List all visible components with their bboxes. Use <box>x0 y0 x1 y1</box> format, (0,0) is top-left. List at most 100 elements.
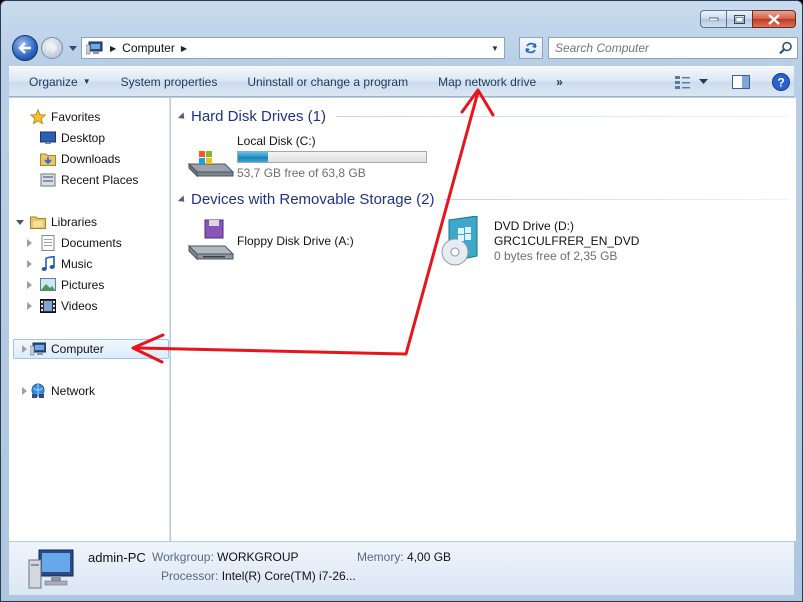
forward-button[interactable] <box>41 37 63 59</box>
back-arrow-icon <box>18 42 31 54</box>
navigation-pane: Favorites Desktop Downloads Recent Place… <box>9 98 170 541</box>
chevron-down-icon[interactable] <box>699 78 708 85</box>
tree-label: Favorites <box>51 110 101 124</box>
tree-label: Videos <box>61 299 98 313</box>
disk-usage-fill <box>238 152 269 162</box>
view-controls: ? <box>675 67 790 96</box>
drive-name: DVD Drive (D:) <box>494 219 574 233</box>
group-header-hard-disks[interactable]: Hard Disk Drives (1) <box>177 108 789 125</box>
expand-arrow-icon[interactable] <box>22 387 27 395</box>
drive-name: Local Disk (C:) <box>237 134 316 148</box>
organize-button[interactable]: Organize ▼ <box>9 67 103 96</box>
drive-name: Floppy Disk Drive (A:) <box>237 234 354 248</box>
refresh-icon <box>525 42 537 54</box>
tree-item-downloads[interactable]: Downloads <box>40 149 120 169</box>
computer-icon <box>28 549 74 589</box>
tree-label: Documents <box>61 236 122 250</box>
maximize-icon <box>734 14 745 24</box>
map-network-drive-button[interactable]: Map network drive <box>420 67 548 96</box>
details-pane: admin-PC Workgroup: WORKGROUP Memory: 4,… <box>9 541 794 595</box>
search-box[interactable] <box>548 37 798 59</box>
close-button[interactable] <box>752 10 796 28</box>
search-input[interactable] <box>555 41 765 55</box>
breadcrumb-separator[interactable]: ▶ <box>110 44 116 53</box>
hard-drive-icon <box>185 134 235 180</box>
drive-text: Floppy Disk Drive (A:) <box>237 218 354 264</box>
memory-label: Memory: <box>357 550 404 564</box>
tree-item-recent-places[interactable]: Recent Places <box>40 170 138 190</box>
collapse-arrow-icon[interactable] <box>177 111 188 122</box>
help-icon[interactable]: ? <box>772 72 790 91</box>
processor-info: Processor: Intel(R) Core(TM) i7-26... <box>161 569 356 583</box>
recent-places-icon <box>40 172 56 188</box>
star-icon <box>30 109 46 125</box>
desktop-icon <box>40 130 56 146</box>
change-view-icon[interactable] <box>675 75 691 89</box>
tree-item-pictures[interactable]: Pictures <box>27 275 105 295</box>
tree-item-favorites[interactable]: Favorites <box>30 107 100 127</box>
group-title: Devices with Removable Storage (2) <box>191 191 435 208</box>
recent-pages-button[interactable] <box>67 41 79 55</box>
libraries-icon <box>30 214 46 230</box>
command-bar: Organize ▼ System properties Uninstall or… <box>9 66 794 97</box>
drive-text: Local Disk (C:) 53,7 GB free of 63,8 GB <box>237 134 427 181</box>
drive-dvd-d[interactable]: DVD Drive (D:) GRC1CULFRER_EN_DVD 0 byte… <box>439 215 639 266</box>
tree-item-libraries[interactable]: Libraries <box>16 212 97 232</box>
processor-value: Intel(R) Core(TM) i7-26... <box>221 569 356 583</box>
caption-buttons <box>700 10 796 28</box>
more-commands-button[interactable]: » <box>548 75 571 89</box>
tree-label: Network <box>51 384 96 398</box>
system-properties-button[interactable]: System properties <box>103 67 230 96</box>
tree-item-computer[interactable]: Computer <box>22 339 104 359</box>
processor-label: Processor: <box>161 569 219 583</box>
expand-arrow-icon[interactable] <box>27 260 32 268</box>
minimize-button[interactable] <box>700 10 727 28</box>
expand-arrow-icon[interactable] <box>27 281 32 289</box>
tree-item-videos[interactable]: Videos <box>27 296 98 316</box>
address-bar[interactable]: ▶ Computer ▶ ▼ <box>81 37 505 59</box>
drive-floppy-a[interactable]: Floppy Disk Drive (A:) <box>185 218 354 264</box>
organize-label: Organize <box>29 74 78 89</box>
disk-usage-bar <box>237 151 427 163</box>
drive-volume-label: GRC1CULFRER_EN_DVD <box>494 234 640 248</box>
tree-item-network[interactable]: Network <box>22 381 96 401</box>
group-divider <box>444 199 789 200</box>
videos-icon <box>40 298 56 314</box>
tree-item-desktop[interactable]: Desktop <box>40 128 105 148</box>
breadcrumb-separator[interactable]: ▶ <box>181 44 187 53</box>
drive-free-space: 0 bytes free of 2,35 GB <box>494 249 618 263</box>
content-pane: Hard Disk Drives (1) Local Disk (C:) 53,… <box>171 98 796 541</box>
floppy-drive-icon <box>185 218 235 264</box>
breadcrumb-computer[interactable]: Computer <box>122 41 175 55</box>
collapse-arrow-icon[interactable] <box>177 194 188 205</box>
tree-item-music[interactable]: Music <box>27 254 93 274</box>
tree-item-documents[interactable]: Documents <box>27 233 122 253</box>
computer-icon <box>86 41 103 55</box>
preview-pane-icon[interactable] <box>732 74 750 89</box>
forward-arrow-icon <box>47 43 58 53</box>
downloads-folder-icon <box>40 151 56 167</box>
computer-icon <box>30 341 46 357</box>
pictures-icon <box>40 277 56 293</box>
maximize-button[interactable] <box>726 10 753 28</box>
expand-arrow-icon[interactable] <box>27 302 32 310</box>
back-button[interactable] <box>12 35 38 61</box>
workgroup-info: Workgroup: WORKGROUP <box>152 550 299 564</box>
refresh-button[interactable] <box>519 37 543 59</box>
explorer-window: ▶ Computer ▶ ▼ Organize ▼ System properti… <box>0 0 803 602</box>
minimize-icon <box>708 17 718 21</box>
address-dropdown-button[interactable]: ▼ <box>486 38 504 58</box>
expand-arrow-icon[interactable] <box>22 345 27 353</box>
workgroup-value: WORKGROUP <box>217 550 299 564</box>
tree-label: Pictures <box>61 278 105 292</box>
group-header-removable[interactable]: Devices with Removable Storage (2) <box>177 191 789 208</box>
expand-arrow-icon[interactable] <box>27 239 32 247</box>
tree-label: Music <box>61 257 93 271</box>
drive-text: DVD Drive (D:) GRC1CULFRER_EN_DVD 0 byte… <box>494 216 639 264</box>
search-icon[interactable] <box>779 41 793 55</box>
expand-arrow-icon[interactable] <box>16 220 24 225</box>
tree-label: Recent Places <box>61 173 139 187</box>
drive-local-c[interactable]: Local Disk (C:) 53,7 GB free of 63,8 GB <box>185 134 427 181</box>
uninstall-program-button[interactable]: Uninstall or change a program <box>229 67 420 96</box>
navigation-row: ▶ Computer ▶ ▼ <box>11 35 798 61</box>
